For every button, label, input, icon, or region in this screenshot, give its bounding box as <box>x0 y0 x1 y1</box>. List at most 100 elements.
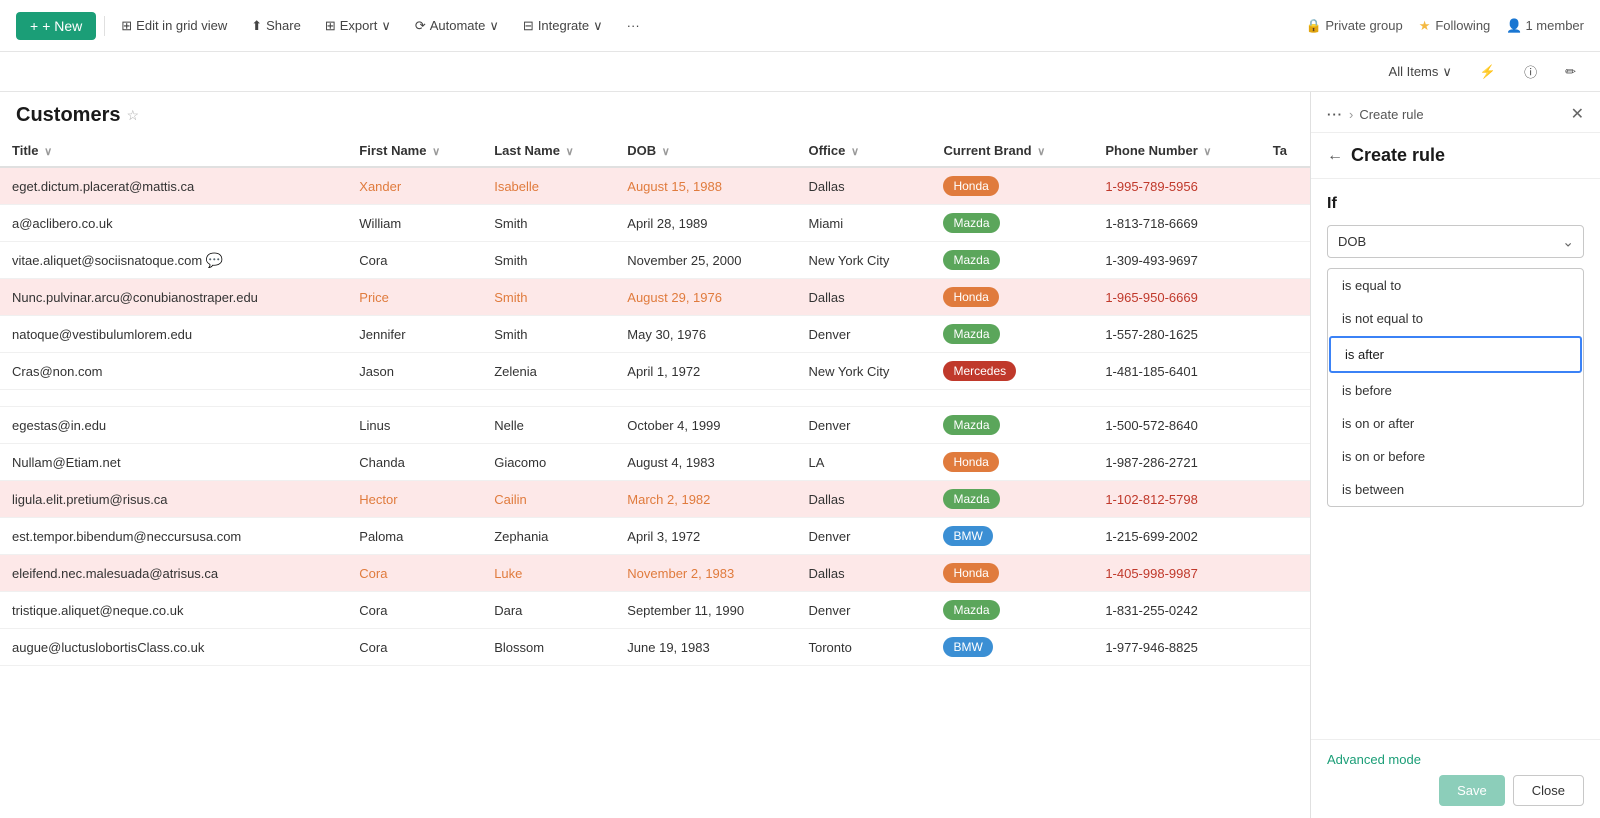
table-row <box>0 390 1310 407</box>
filter-button[interactable]: ⚡ <box>1472 60 1504 84</box>
cell-firstname: Cora <box>347 629 482 666</box>
table-row: augue@luctuslobortisClass.co.uk Cora Blo… <box>0 629 1310 666</box>
cell-email: eget.dictum.placerat@mattis.ca <box>0 167 347 205</box>
advanced-mode-link[interactable]: Advanced mode <box>1327 752 1584 767</box>
edit-grid-label: Edit in grid view <box>136 18 227 33</box>
members-count: 👤 1 member <box>1506 18 1584 34</box>
brand-badge: BMW <box>943 637 992 657</box>
chevron-down-icon3: ∨ <box>593 18 603 34</box>
cell-phone: 1-500-572-8640 <box>1093 407 1260 444</box>
brand-badge: Honda <box>943 452 998 472</box>
info-button[interactable]: ⓘ <box>1516 58 1545 85</box>
cell-office: Denver <box>796 316 931 353</box>
field-selector[interactable]: DOB <box>1327 225 1584 258</box>
chevron-down-icon: ∨ <box>381 18 391 34</box>
cell-office <box>796 390 931 407</box>
comparison-is-equal[interactable]: is equal to <box>1328 269 1583 302</box>
pencil-icon: ✏ <box>1565 64 1576 80</box>
following-button[interactable]: ★ Following <box>1419 18 1491 34</box>
cell-ta <box>1261 167 1310 205</box>
cell-firstname: Linus <box>347 407 482 444</box>
brand-badge: BMW <box>943 526 992 546</box>
table-row: eget.dictum.placerat@mattis.ca Xander Is… <box>0 167 1310 205</box>
cell-brand: Honda <box>931 279 1093 316</box>
cell-dob <box>615 390 796 407</box>
cell-ta <box>1261 592 1310 629</box>
panel-title-row: ← Create rule <box>1311 133 1600 179</box>
more-button[interactable]: ··· <box>619 14 648 37</box>
page-title-bar: Customers ☆ <box>0 92 1310 135</box>
breadcrumb-chevron: › <box>1349 107 1353 122</box>
export-button[interactable]: ⊞ Export ∨ <box>317 14 399 38</box>
brand-badge: Honda <box>943 176 998 196</box>
panel-title: Create rule <box>1351 145 1445 166</box>
cell-office: Toronto <box>796 629 931 666</box>
comparison-is-after[interactable]: is after <box>1329 336 1582 373</box>
table-header-row: Title ∨ First Name ∨ Last Name ∨ DOB ∨ O… <box>0 135 1310 167</box>
save-button[interactable]: Save <box>1439 775 1505 806</box>
cell-firstname <box>347 390 482 407</box>
panel-back-button[interactable]: ← <box>1327 147 1343 165</box>
cell-firstname: William <box>347 205 482 242</box>
customers-table: Title ∨ First Name ∨ Last Name ∨ DOB ∨ O… <box>0 135 1310 666</box>
cell-lastname: Smith <box>482 279 615 316</box>
field-selector-wrapper[interactable]: DOB <box>1327 225 1584 258</box>
cell-lastname: Zephania <box>482 518 615 555</box>
cell-dob: April 28, 1989 <box>615 205 796 242</box>
comparison-is-before[interactable]: is before <box>1328 374 1583 407</box>
comparison-is-on-or-before[interactable]: is on or before <box>1328 440 1583 473</box>
panel-close-button[interactable]: ✕ <box>1571 104 1584 124</box>
cell-phone: 1-965-950-6669 <box>1093 279 1260 316</box>
automate-button[interactable]: ⟳ Automate ∨ <box>407 14 507 38</box>
cell-phone: 1-987-286-2721 <box>1093 444 1260 481</box>
table-row: Nullam@Etiam.net Chanda Giacomo August 4… <box>0 444 1310 481</box>
integrate-label: Integrate <box>538 18 589 33</box>
all-items-label: All Items <box>1389 64 1439 79</box>
breadcrumb-dots: ··· <box>1327 107 1343 122</box>
toolbar-right: 🔒 Private group ★ Following 👤 1 member <box>1306 18 1584 34</box>
cell-ta <box>1261 518 1310 555</box>
col-office: Office ∨ <box>796 135 931 167</box>
breadcrumb-label: Create rule <box>1359 107 1423 122</box>
page-content: Customers ☆ Title ∨ First Name ∨ Last Na… <box>0 92 1600 818</box>
share-button[interactable]: ⬆ Share <box>243 14 309 38</box>
comparison-is-on-or-after[interactable]: is on or after <box>1328 407 1583 440</box>
cell-firstname: Cora <box>347 242 482 279</box>
comparison-is-not-equal[interactable]: is not equal to <box>1328 302 1583 335</box>
cell-ta <box>1261 629 1310 666</box>
top-bar: + + New ⊞ Edit in grid view ⬆ Share ⊞ Ex… <box>0 0 1600 52</box>
cell-firstname: Cora <box>347 592 482 629</box>
new-label: + New <box>42 18 82 34</box>
edit-view-button[interactable]: ✏ <box>1557 60 1584 84</box>
cell-firstname: Hector <box>347 481 482 518</box>
view-controls: All Items ∨ ⚡ ⓘ ✏ <box>1381 58 1584 85</box>
cell-office: Dallas <box>796 167 931 205</box>
cell-phone: 1-813-718-6669 <box>1093 205 1260 242</box>
comparison-is-between[interactable]: is between <box>1328 473 1583 506</box>
cell-firstname: Chanda <box>347 444 482 481</box>
brand-badge: Honda <box>943 287 998 307</box>
cell-email: est.tempor.bibendum@neccursusa.com <box>0 518 347 555</box>
new-button[interactable]: + + New <box>16 12 96 40</box>
all-items-button[interactable]: All Items ∨ <box>1381 60 1460 84</box>
cell-ta <box>1261 444 1310 481</box>
divider <box>104 16 105 36</box>
close-button[interactable]: Close <box>1513 775 1584 806</box>
cell-email: Nullam@Etiam.net <box>0 444 347 481</box>
cell-phone: 1-831-255-0242 <box>1093 592 1260 629</box>
cell-brand: Mazda <box>931 407 1093 444</box>
integrate-button[interactable]: ⊟ Integrate ∨ <box>515 14 611 38</box>
table-body: eget.dictum.placerat@mattis.ca Xander Is… <box>0 167 1310 666</box>
star-icon[interactable]: ☆ <box>126 107 139 124</box>
export-label: Export <box>340 18 378 33</box>
cell-email <box>0 390 347 407</box>
cell-ta <box>1261 316 1310 353</box>
chat-icon: 💬 <box>206 252 223 268</box>
cell-office: New York City <box>796 353 931 390</box>
toolbar-left: + + New ⊞ Edit in grid view ⬆ Share ⊞ Ex… <box>16 12 648 40</box>
edit-grid-button[interactable]: ⊞ Edit in grid view <box>113 14 235 38</box>
col-phone: Phone Number ∨ <box>1093 135 1260 167</box>
person-icon: 👤 <box>1506 18 1522 34</box>
table-row: egestas@in.edu Linus Nelle October 4, 19… <box>0 407 1310 444</box>
cell-lastname: Luke <box>482 555 615 592</box>
